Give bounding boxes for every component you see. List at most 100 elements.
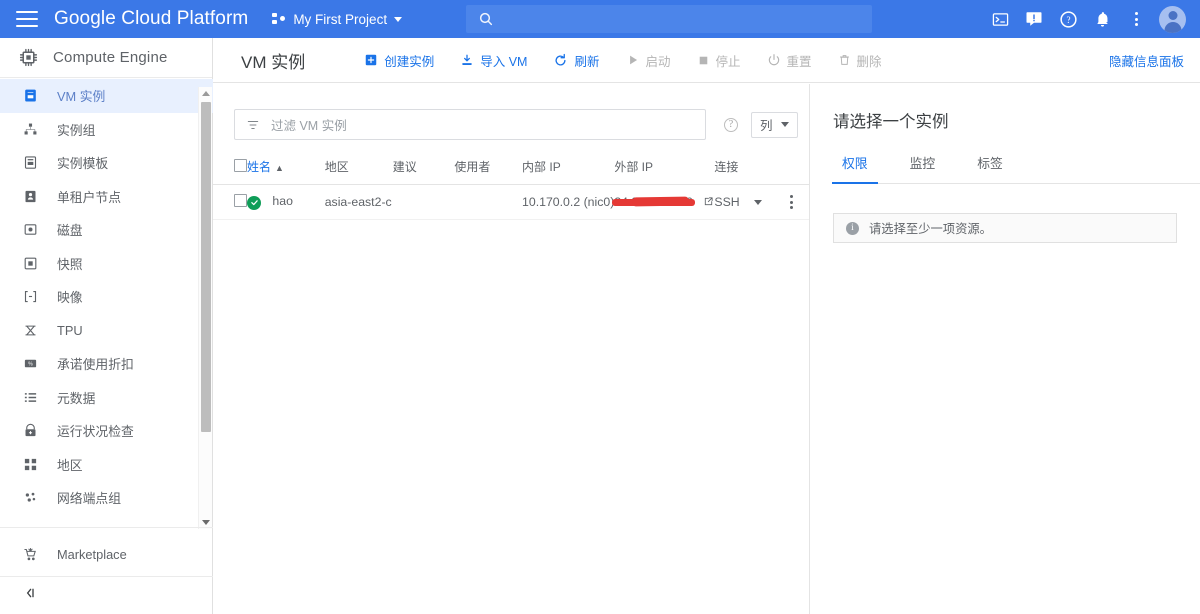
health-check-icon [22,422,39,439]
sidebar-item-instance-groups[interactable]: 实例组 [0,113,213,147]
hamburger-icon[interactable] [16,11,38,27]
sidebar-item-label: 磁盘 [57,220,83,239]
table-header-row: 姓名▲ 地区 建议 使用者 内部 IP 外部 IP 连接 [213,152,809,185]
svg-text:?: ? [1066,14,1070,24]
top-app-bar: Google Cloud Platform My First Project [0,0,1200,38]
filter-placeholder: 过滤 VM 实例 [271,115,347,134]
instance-name-link[interactable]: hao [272,194,293,208]
sidebar-item-snapshots[interactable]: 快照 [0,247,213,281]
tab-permissions[interactable]: 权限 [832,153,878,183]
help-icon[interactable]: ? [1051,0,1085,38]
disk-icon [22,221,39,238]
search-icon [478,11,494,27]
stop-button[interactable]: 停止 [684,38,754,83]
sidebar-item-marketplace[interactable]: Marketplace [0,533,213,575]
table-row[interactable]: hao asia-east2-c 10.170.0.2 (nic0) 34.92… [213,185,809,220]
import-vm-button[interactable]: 导入 VM [447,38,540,83]
alert-text: 请选择至少一项资源。 [869,219,992,237]
sidebar-item-label: Marketplace [57,547,127,562]
row-select-cell [213,185,247,220]
col-header-internal-ip[interactable]: 内部 IP [522,152,614,185]
vm-instances-table: 姓名▲ 地区 建议 使用者 内部 IP 外部 IP 连接 [213,152,809,220]
delete-button[interactable]: 删除 [825,38,895,83]
sidebar-item-label: 实例组 [57,120,95,139]
delete-icon [838,53,851,67]
info-panel-tabs: 权限 监控 标签 [832,153,1200,184]
button-label: 启动 [646,51,671,70]
sidebar-item-label: 地区 [57,455,83,474]
metadata-icon [22,389,39,406]
cell-internal-ip: 10.170.0.2 (nic0) [522,185,614,220]
sidebar-scrollbar[interactable] [198,87,212,529]
col-header-name[interactable]: 姓名▲ [247,152,325,185]
sole-tenant-node-icon [22,188,39,205]
marketplace-cart-icon [22,546,39,563]
sidebar-item-instance-templates[interactable]: 实例模板 [0,146,213,180]
more-options-icon[interactable] [1119,0,1153,38]
more-vert-icon[interactable] [774,195,809,209]
cell-name: hao [247,185,325,220]
cloud-shell-icon[interactable] [983,0,1017,38]
create-instance-button[interactable]: 创建实例 [351,38,447,83]
collapse-panel-icon[interactable] [22,585,38,606]
refresh-button[interactable]: 刷新 [540,38,612,83]
info-panel: 请选择一个实例 权限 监控 标签 i 请选择至少一项资源。 [810,84,1200,614]
button-label: 创建实例 [384,51,434,70]
row-checkbox[interactable] [234,194,247,207]
notifications-icon[interactable] [1085,0,1119,38]
ssh-label: SSH [714,195,739,209]
ssh-dropdown-button[interactable]: SSH [714,195,761,209]
sidebar-item-zones[interactable]: 地区 [0,448,213,482]
sidebar-item-images[interactable]: 映像 [0,280,213,314]
sidebar-item-committed-use-discounts[interactable]: % 承诺使用折扣 [0,347,213,381]
project-icon [272,12,286,26]
select-all-checkbox[interactable] [234,159,247,172]
cell-external-ip: 34.92.130.000 [614,185,714,220]
chevron-down-icon [781,122,789,127]
start-button[interactable]: 启动 [613,38,684,83]
sort-asc-icon: ▲ [275,163,284,173]
status-running-icon [247,196,261,210]
svg-text:%: % [28,362,33,368]
columns-button[interactable]: 列 [751,112,798,138]
account-avatar[interactable] [1159,6,1186,33]
col-header-in-use-by[interactable]: 使用者 [454,152,522,185]
zones-icon [22,456,39,473]
col-header-zone[interactable]: 地区 [325,152,393,185]
chevron-down-icon [394,17,402,22]
reset-button[interactable]: 重置 [754,38,825,83]
sidebar-item-metadata[interactable]: 元数据 [0,381,213,415]
search-input[interactable] [466,5,872,33]
sidebar-item-sole-tenant-nodes[interactable]: 单租户节点 [0,180,213,214]
project-selector[interactable]: My First Project [272,12,402,27]
tab-monitoring[interactable]: 监控 [900,153,946,183]
start-icon [626,53,640,67]
feedback-icon[interactable] [1017,0,1051,38]
sidebar-item-network-endpoint-groups[interactable]: 网络端点组 [0,481,213,515]
filter-input[interactable]: 过滤 VM 实例 [234,109,706,140]
sidebar-item-label: TPU [57,323,83,338]
sidebar-item-disks[interactable]: 磁盘 [0,213,213,247]
columns-label: 列 [760,115,773,134]
cell-connect: SSH [714,185,774,220]
sidebar-item-tpu[interactable]: TPU [0,314,213,348]
sidebar-item-label: 映像 [57,287,83,306]
content-area: 过滤 VM 实例 ? 列 姓名▲ [213,84,1200,614]
top-bar-icons: ? [983,0,1186,38]
col-header-external-ip[interactable]: 外部 IP [614,152,714,185]
hide-info-panel-button[interactable]: 隐藏信息面板 [1109,51,1184,70]
refresh-icon [553,53,568,68]
main-content: VM 实例 创建实例 导入 VM 刷新 [213,38,1200,614]
tab-labels[interactable]: 标签 [967,153,1013,183]
committed-use-discount-icon: % [22,355,39,372]
sidebar-item-health-checks[interactable]: 运行状况检查 [0,414,213,448]
scrollbar-thumb[interactable] [201,102,211,432]
avatar-body [1164,22,1181,33]
open-in-new-icon[interactable] [703,196,714,207]
col-header-recommendation[interactable]: 建议 [393,152,455,185]
sidebar-item-vm-instances[interactable]: VM 实例 [0,79,213,113]
select-all-header [213,152,247,185]
help-circle-icon[interactable]: ? [724,118,738,132]
col-header-connect[interactable]: 连接 [714,152,774,185]
scroll-up-arrow-icon[interactable] [199,87,213,100]
